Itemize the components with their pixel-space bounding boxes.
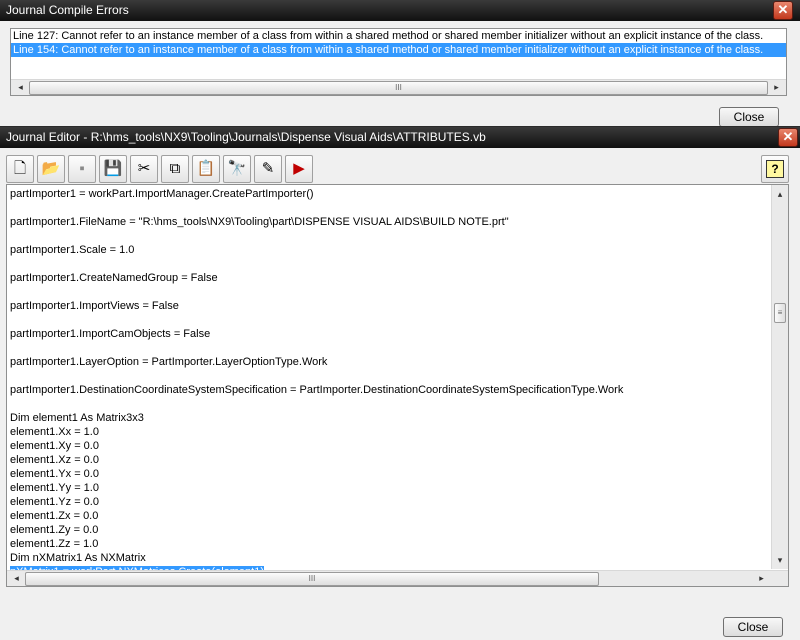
code-line[interactable]: partImporter1.ImportCamObjects = False [10,327,770,341]
code-line-text: element1.Zz = 1.0 [10,538,99,550]
find-button[interactable]: 🔭 [223,155,251,183]
cut-icon: ✂ [137,160,151,177]
code-line[interactable] [10,201,770,215]
code-line[interactable]: element1.Xx = 1.0 [10,425,770,439]
scroll-thumb[interactable]: III [25,572,599,586]
code-line[interactable]: Dim element1 As Matrix3x3 [10,411,770,425]
scroll-right-arrow-icon[interactable]: ▸ [754,571,769,586]
scroll-up-arrow-icon[interactable]: ▴ [772,187,788,202]
code-line-text: partImporter1.CreateNamedGroup = False [10,272,218,284]
editor-horizontal-scrollbar[interactable]: ◂ III ▸ [7,570,788,586]
code-line[interactable]: partImporter1.LayerOption = PartImporter… [10,355,770,369]
find-icon: 🔭 [227,160,247,177]
paste-icon: 📋 [196,160,216,177]
code-line-text: element1.Xz = 0.0 [10,454,99,466]
editor-toolbar: 🗋 📂 ▪ 💾 ✂ ⧉ 📋 🔭 ✎ ▶ [6,155,316,183]
close-button[interactable]: Close [723,617,783,637]
code-line[interactable] [10,369,770,383]
code-line[interactable]: Dim nXMatrix1 As NXMatrix [10,551,770,565]
error-list-horizontal-scrollbar[interactable]: ◂ III ▸ [11,79,786,95]
code-line-text: element1.Xx = 1.0 [10,426,99,438]
error-list[interactable]: Line 127: Cannot refer to an instance me… [10,28,787,96]
code-line[interactable]: element1.Xz = 0.0 [10,453,770,467]
new-file-icon: 🗋 [13,160,27,177]
scroll-left-arrow-icon[interactable]: ◂ [9,571,24,586]
help-button[interactable]: ? [761,155,789,183]
journal-editor-window: Journal Editor - R:\hms_tools\NX9\Toolin… [0,127,800,640]
code-line[interactable]: partImporter1 = workPart.ImportManager.C… [10,187,770,201]
error-list-item[interactable]: Line 127: Cannot refer to an instance me… [11,29,786,43]
code-line[interactable] [10,397,770,411]
scroll-thumb[interactable]: ≡ [774,303,786,323]
new-file-button[interactable]: 🗋 [6,155,34,183]
code-line[interactable]: element1.Yz = 0.0 [10,495,770,509]
code-line-text: element1.Xy = 0.0 [10,440,99,452]
open-folder-button[interactable]: 📂 [37,155,65,183]
code-line[interactable] [10,341,770,355]
open-folder-icon: 📂 [41,160,61,177]
code-line[interactable]: element1.Yx = 0.0 [10,467,770,481]
scroll-left-arrow-icon[interactable]: ◂ [13,80,28,95]
code-line-text: Dim nXMatrix1 As NXMatrix [10,552,146,564]
code-line[interactable]: element1.Zy = 0.0 [10,523,770,537]
replace-button[interactable]: ✎ [254,155,282,183]
code-line[interactable]: partImporter1.ImportViews = False [10,299,770,313]
save-icon: ▪ [79,160,85,177]
code-line[interactable] [10,257,770,271]
code-line[interactable] [10,229,770,243]
code-line[interactable]: element1.Zz = 1.0 [10,537,770,551]
code-line-text: element1.Zy = 0.0 [10,524,99,536]
copy-icon: ⧉ [169,160,181,177]
code-line-text: element1.Yx = 0.0 [10,468,99,480]
save-as-icon: 💾 [103,160,123,177]
close-icon[interactable]: ✕ [773,1,793,20]
error-list-item[interactable]: Line 154: Cannot refer to an instance me… [11,43,786,57]
scroll-down-arrow-icon[interactable]: ▾ [772,553,788,568]
compile-errors-title: Journal Compile Errors [6,3,129,17]
code-line-text: element1.Zx = 0.0 [10,510,99,522]
code-line-text: element1.Yy = 1.0 [10,482,99,494]
code-line-text: partImporter1.ImportCamObjects = False [10,328,211,340]
help-icon: ? [766,160,784,178]
run-icon: ▶ [293,160,305,177]
code-line[interactable]: element1.Yy = 1.0 [10,481,770,495]
scroll-right-arrow-icon[interactable]: ▸ [769,80,784,95]
code-line[interactable]: partImporter1.CreateNamedGroup = False [10,271,770,285]
code-line-text: element1.Yz = 0.0 [10,496,99,508]
code-line-text: partImporter1.LayerOption = PartImporter… [10,356,328,368]
run-button[interactable]: ▶ [285,155,313,183]
code-line[interactable] [10,285,770,299]
code-text[interactable]: partImporter1 = workPart.ImportManager.C… [10,187,770,579]
scroll-thumb[interactable]: III [29,81,768,95]
code-line-text: partImporter1 = workPart.ImportManager.C… [10,188,314,200]
journal-editor-titlebar[interactable]: Journal Editor - R:\hms_tools\NX9\Toolin… [0,127,800,148]
paste-button[interactable]: 📋 [192,155,220,183]
code-line[interactable]: partImporter1.DestinationCoordinateSyste… [10,383,770,397]
editor-vertical-scrollbar[interactable]: ▴ ≡ ▾ [771,185,788,569]
cut-button[interactable]: ✂ [130,155,158,183]
code-line[interactable]: partImporter1.FileName = "R:\hms_tools\N… [10,215,770,229]
code-line[interactable] [10,313,770,327]
save-as-button[interactable]: 💾 [99,155,127,183]
copy-button[interactable]: ⧉ [161,155,189,183]
close-button[interactable]: Close [719,107,779,126]
code-line-text: partImporter1.FileName = "R:\hms_tools\N… [10,216,509,228]
code-line-text: partImporter1.Scale = 1.0 [10,244,135,256]
code-line[interactable]: element1.Xy = 0.0 [10,439,770,453]
replace-icon: ✎ [261,160,275,177]
journal-editor-title: Journal Editor - R:\hms_tools\NX9\Toolin… [6,130,486,144]
save-button[interactable]: ▪ [68,155,96,183]
code-line-text: partImporter1.ImportViews = False [10,300,179,312]
code-line[interactable]: partImporter1.Scale = 1.0 [10,243,770,257]
code-line-text: partImporter1.DestinationCoordinateSyste… [10,384,624,396]
code-line-text: Dim element1 As Matrix3x3 [10,412,144,424]
compile-errors-titlebar[interactable]: Journal Compile Errors ✕ [0,0,800,21]
code-editor[interactable]: partImporter1 = workPart.ImportManager.C… [6,184,789,587]
close-icon[interactable]: ✕ [778,128,798,147]
compile-errors-window: Journal Compile Errors ✕ Line 127: Canno… [0,0,800,126]
code-line[interactable]: element1.Zx = 0.0 [10,509,770,523]
